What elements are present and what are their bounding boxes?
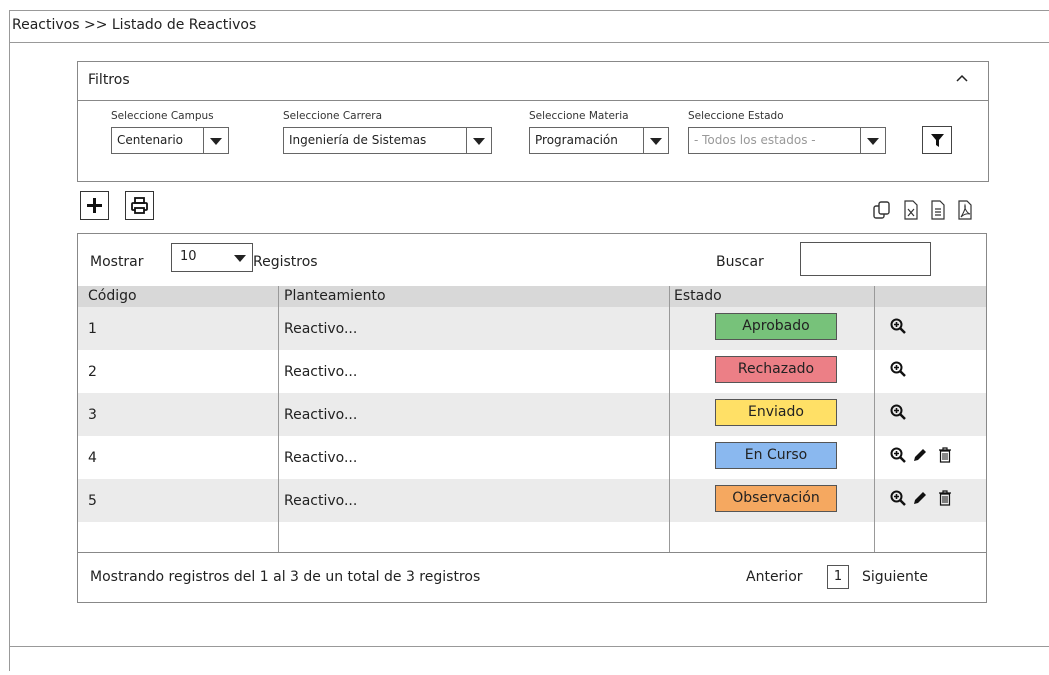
status-badge: Enviado <box>715 399 837 426</box>
subject-select[interactable]: Programación <box>529 127 669 154</box>
career-value: Ingeniería de Sistemas <box>289 133 427 147</box>
filters-header[interactable]: Filtros <box>78 62 988 101</box>
add-button[interactable] <box>80 191 109 220</box>
filter-icon <box>931 134 944 147</box>
table-row: 1 Reactivo... Aprobado <box>78 307 986 350</box>
table-panel: Mostrar 10 Registros Buscar Código Plant… <box>77 233 987 603</box>
career-select[interactable]: Ingeniería de Sistemas <box>283 127 492 154</box>
state-label: Seleccione Estado <box>688 110 784 122</box>
trash-icon[interactable] <box>937 490 953 510</box>
table-row: 5 Reactivo... Observación <box>78 479 986 522</box>
column-header[interactable]: Código <box>88 288 137 304</box>
filters-title: Filtros <box>88 72 130 88</box>
current-page[interactable]: 1 <box>827 565 849 589</box>
status-badge: Aprobado <box>715 313 837 340</box>
chevron-down-icon <box>466 128 491 153</box>
statement-cell: Reactivo... <box>284 321 358 337</box>
page-size-value: 10 <box>180 249 197 264</box>
page-size-select[interactable]: 10 <box>171 243 253 272</box>
code-cell: 1 <box>88 321 97 337</box>
apply-filter-button[interactable] <box>922 126 952 154</box>
subject-value: Programación <box>535 133 618 147</box>
career-label: Seleccione Carrera <box>283 110 383 122</box>
pdf-icon[interactable] <box>955 200 975 220</box>
search-input[interactable] <box>800 242 931 276</box>
show-label: Mostrar <box>90 254 144 270</box>
campus-value: Centenario <box>117 133 184 147</box>
text-file-icon[interactable] <box>928 200 948 220</box>
printer-icon <box>131 197 148 214</box>
table-row: 2 Reactivo... Rechazado <box>78 350 986 393</box>
column-header[interactable]: Planteamiento <box>284 288 386 304</box>
column-divider <box>278 286 279 552</box>
chevron-down-icon <box>230 244 252 271</box>
chevron-down-icon <box>860 128 885 153</box>
chevron-down-icon <box>203 128 228 153</box>
status-badge: Observación <box>715 485 837 512</box>
pencil-icon[interactable] <box>912 447 928 467</box>
column-divider <box>669 286 670 552</box>
header-divider <box>9 42 1049 43</box>
chevron-down-icon <box>643 128 668 153</box>
statement-cell: Reactivo... <box>284 364 358 380</box>
state-select[interactable]: - Todos los estados - <box>688 127 886 154</box>
code-cell: 2 <box>88 364 97 380</box>
campus-label: Seleccione Campus <box>111 110 214 122</box>
code-cell: 5 <box>88 493 97 509</box>
copy-icon[interactable] <box>872 200 892 220</box>
statement-cell: Reactivo... <box>284 407 358 423</box>
zoom-in-icon[interactable] <box>890 361 906 381</box>
filters-panel: Filtros Seleccione Campus Centenario Sel… <box>77 61 989 182</box>
table-row: 3 Reactivo... Enviado <box>78 393 986 436</box>
code-cell: 4 <box>88 450 97 466</box>
plus-icon <box>87 198 102 213</box>
pencil-icon[interactable] <box>912 490 928 510</box>
search-label: Buscar <box>716 254 764 270</box>
campus-select[interactable]: Centenario <box>111 127 229 154</box>
trash-icon[interactable] <box>937 447 953 467</box>
statement-cell: Reactivo... <box>284 450 358 466</box>
table-header: Código Planteamiento Estado <box>78 286 986 307</box>
state-placeholder: - Todos los estados - <box>694 133 816 147</box>
code-cell: 3 <box>88 407 97 423</box>
pagination-summary: Mostrando registros del 1 al 3 de un tot… <box>90 569 481 585</box>
next-page-link[interactable]: Siguiente <box>862 569 928 585</box>
print-button[interactable] <box>125 191 154 220</box>
excel-icon[interactable] <box>901 200 921 220</box>
zoom-in-icon[interactable] <box>890 404 906 424</box>
table-row: 4 Reactivo... En Curso <box>78 436 986 479</box>
previous-page-link[interactable]: Anterior <box>746 569 803 585</box>
column-header[interactable]: Estado <box>674 288 722 304</box>
zoom-in-icon[interactable] <box>890 318 906 338</box>
status-badge: En Curso <box>715 442 837 469</box>
column-divider <box>874 286 875 552</box>
records-label: Registros <box>253 254 318 270</box>
status-badge: Rechazado <box>715 356 837 383</box>
zoom-in-icon[interactable] <box>890 447 906 467</box>
zoom-in-icon[interactable] <box>890 490 906 510</box>
statement-cell: Reactivo... <box>284 493 358 509</box>
table-footer-divider <box>78 552 986 553</box>
breadcrumb[interactable]: Reactivos >> Listado de Reactivos <box>12 17 256 33</box>
chevron-up-icon[interactable] <box>956 72 968 87</box>
subject-label: Seleccione Materia <box>529 110 629 122</box>
footer-divider <box>9 646 1049 647</box>
